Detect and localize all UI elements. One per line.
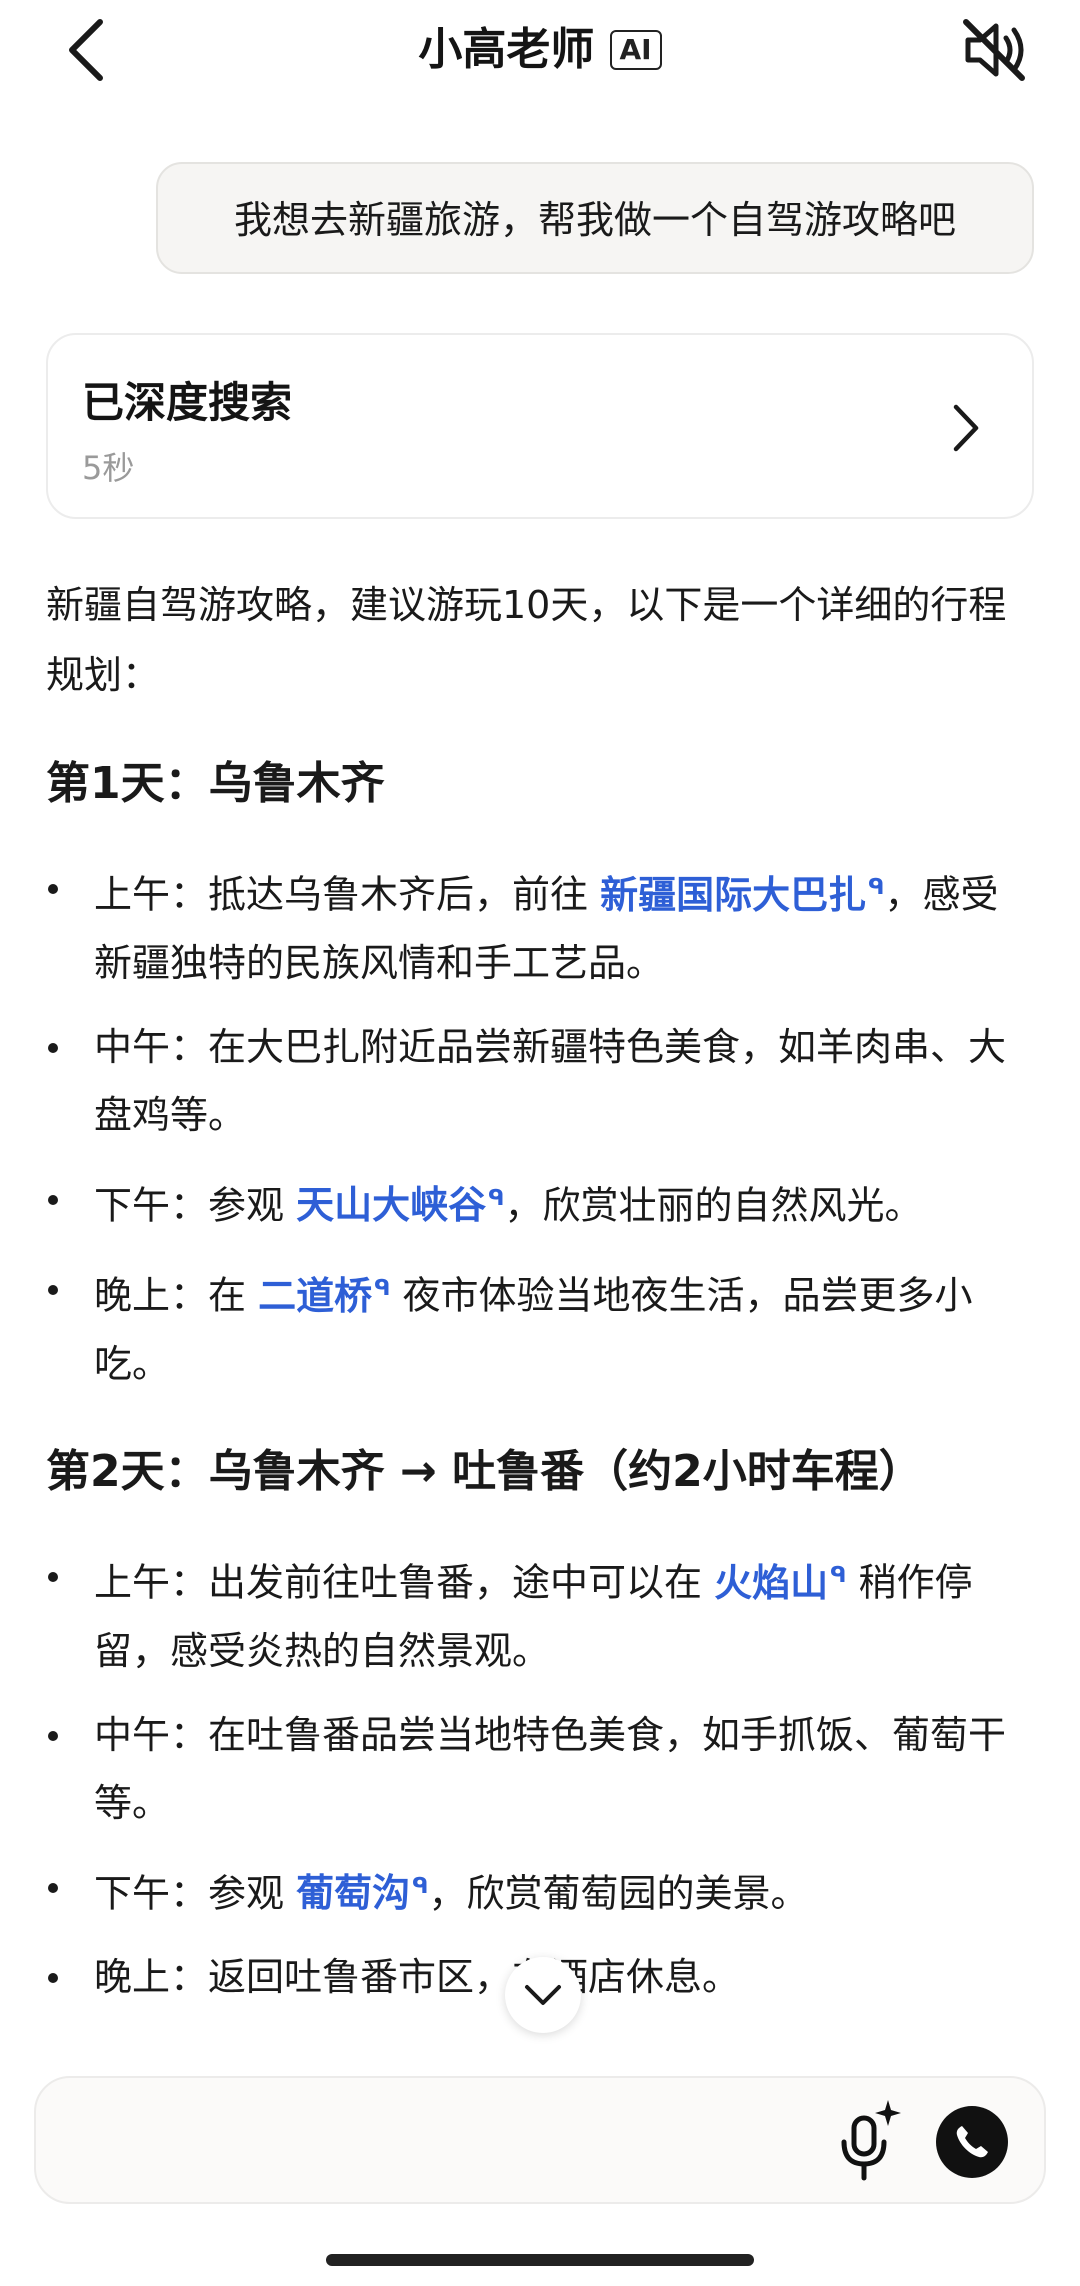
search-mini-icon: ᑫ <box>488 1185 505 1211</box>
place-link-text[interactable]: 天山大峡谷 <box>296 1183 486 1227</box>
answer-intro: 新疆自驾游攻略，建议游玩10天，以下是一个详细的行程规划： <box>46 583 1007 697</box>
item-text: ，欣赏葡萄园的美景。 <box>428 1871 809 1916</box>
item-text: 上午：抵达乌鲁木齐后，前往 <box>94 872 601 917</box>
item-text: ，欣赏壮丽的自然风光。 <box>504 1183 923 1228</box>
deep-search-title: 已深度搜索 <box>82 378 293 427</box>
voice-call-button[interactable] <box>936 2106 1008 2178</box>
page-title: 小高老师 <box>418 24 595 75</box>
item-text: 晚上：返回吐鲁番市区， <box>94 1955 513 2000</box>
ai-badge: AI <box>609 30 662 70</box>
item-text: 中午：在大巴扎附近品尝新疆特色美食，如羊肉串、大盘鸡等。 <box>94 1024 1007 1137</box>
answer-content: 新疆自驾游攻略，建议游玩10天，以下是一个详细的行程规划： 第1天：乌鲁木齐 上… <box>46 570 1036 2011</box>
scroll-to-bottom-button[interactable] <box>505 1957 581 2033</box>
list-item: 下午：参观 天山大峡谷ᑫ，欣赏壮丽的自然风光。 <box>46 1165 1036 1240</box>
speaker-muted-icon <box>963 19 1025 81</box>
place-link-text[interactable]: 新疆国际大巴扎 <box>600 873 866 917</box>
list-item: 中午：在大巴扎附近品尝新疆特色美食，如羊肉串、大盘鸡等。 <box>46 1013 1036 1149</box>
place-link-text[interactable]: 火焰山 <box>714 1561 828 1605</box>
deep-search-duration: 5秒 <box>82 449 135 487</box>
chevron-down-icon <box>525 1985 561 2005</box>
deep-search-card[interactable]: 已深度搜索 5秒 <box>46 333 1034 519</box>
day-items-list: 上午：抵达乌鲁木齐后，前往 新疆国际大巴扎ᑫ，感受新疆独特的民族风情和手工艺品。… <box>46 854 1036 1398</box>
list-item: 上午：出发前往吐鲁番，途中可以在 火焰山ᑫ 稍作停留，感受炎热的自然景观。 <box>46 1542 1036 1685</box>
list-item: 下午：参观 葡萄沟ᑫ，欣赏葡萄园的美景。 <box>46 1853 1036 1928</box>
voice-input-button[interactable] <box>828 2096 908 2186</box>
search-mini-icon: ᑫ <box>830 1562 847 1588</box>
home-indicator <box>326 2254 754 2266</box>
day-items-list: 上午：出发前往吐鲁番，途中可以在 火焰山ᑫ 稍作停留，感受炎热的自然景观。 中午… <box>46 1542 1036 2011</box>
list-item: 上午：抵达乌鲁木齐后，前往 新疆国际大巴扎ᑫ，感受新疆独特的民族风情和手工艺品。 <box>46 854 1036 997</box>
mute-button[interactable] <box>958 14 1030 86</box>
list-item: 晚上：在 二道桥ᑫ 夜市体验当地夜生活，品尝更多小吃。 <box>46 1255 1036 1398</box>
place-link-text[interactable]: 二道桥 <box>258 1274 372 1318</box>
place-link[interactable]: 火焰山ᑫ <box>714 1561 846 1605</box>
search-mini-icon: ᑫ <box>374 1276 391 1302</box>
item-text: 晚上：在 <box>94 1273 259 1318</box>
place-link-text[interactable]: 葡萄沟 <box>296 1871 410 1915</box>
title-group: 小高老师 AI <box>0 18 1080 82</box>
sparkle-mic-icon <box>841 2100 901 2181</box>
item-text: 下午：参观 <box>94 1871 297 1916</box>
chevron-right-icon <box>953 404 979 452</box>
place-link[interactable]: 葡萄沟ᑫ <box>296 1871 428 1915</box>
search-mini-icon: ᑫ <box>868 875 885 900</box>
search-mini-icon: ᑫ <box>412 1873 429 1899</box>
chat-input-bar[interactable] <box>34 2076 1046 2204</box>
item-text: 上午：出发前往吐鲁番，途中可以在 <box>94 1560 715 1605</box>
user-message-bubble[interactable]: 我想去新疆旅游，帮我做一个自驾游攻略吧 <box>156 162 1034 274</box>
phone-icon <box>956 2126 988 2158</box>
item-text: 下午：参观 <box>94 1183 297 1228</box>
place-link[interactable]: 新疆国际大巴扎ᑫ <box>600 873 884 917</box>
day-title: 第2天：乌鲁木齐 → 吐鲁番（约2小时车程） <box>46 1445 923 1497</box>
list-item: 中午：在吐鲁番品尝当地特色美食，如手抓饭、葡萄干等。 <box>46 1701 1036 1837</box>
day-title: 第1天：乌鲁木齐 <box>46 758 385 809</box>
top-bar: 小高老师 AI <box>0 0 1080 110</box>
item-text: 中午：在吐鲁番品尝当地特色美食，如手抓饭、葡萄干等。 <box>94 1712 1007 1825</box>
place-link[interactable]: 二道桥ᑫ <box>258 1274 390 1318</box>
place-link[interactable]: 天山大峡谷ᑫ <box>296 1183 504 1227</box>
